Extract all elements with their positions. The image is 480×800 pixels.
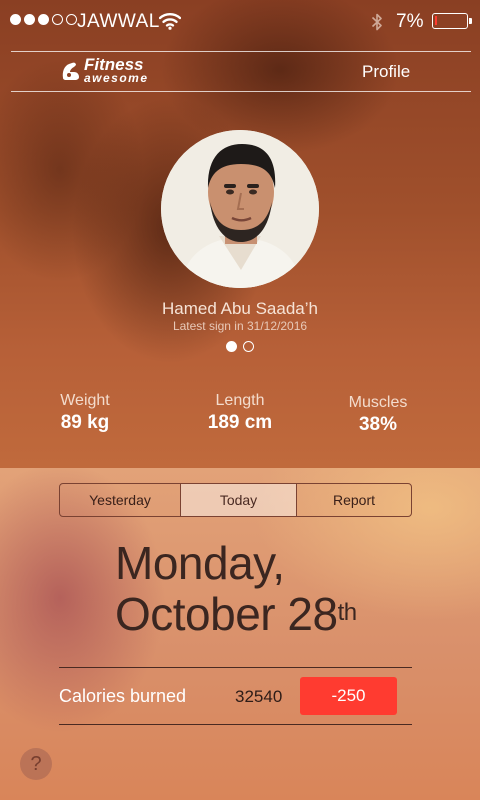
- stat-value: 38%: [358, 414, 398, 435]
- stat-weight: Weight 89 kg: [40, 392, 130, 434]
- carrier-name: JAWWAL: [77, 11, 160, 32]
- stat-muscles: Muscles 38%: [333, 394, 423, 436]
- calories-label: Calories burned: [59, 686, 187, 706]
- tab-today[interactable]: Today: [180, 484, 296, 516]
- calories-delta-badge[interactable]: -250: [300, 677, 397, 715]
- user-avatar[interactable]: [161, 130, 319, 288]
- signal-dot: [38, 14, 49, 25]
- wifi-icon: [158, 12, 182, 36]
- stat-label: Weight: [60, 392, 110, 409]
- nav-top-divider: [11, 51, 471, 52]
- battery-level: [435, 16, 437, 25]
- nav-bottom-divider: [11, 91, 471, 92]
- profile-link[interactable]: Profile: [362, 62, 410, 82]
- battery-percentage: 7%: [396, 11, 424, 32]
- bluetooth-icon: [371, 12, 383, 37]
- page-dot[interactable]: [243, 341, 254, 352]
- calories-value: 32540: [235, 687, 283, 706]
- signal-strength: [10, 14, 77, 25]
- stat-value: 189 cm: [207, 412, 273, 433]
- tab-report[interactable]: Report: [296, 484, 411, 516]
- page-indicator[interactable]: [226, 341, 254, 352]
- latest-sign-in: Latest sign in 31/12/2016: [172, 319, 308, 333]
- day-tabs: Yesterday Today Report: [59, 483, 412, 517]
- stat-length: Length 189 cm: [190, 392, 290, 434]
- signal-dot: [10, 14, 21, 25]
- tab-yesterday[interactable]: Yesterday: [60, 484, 180, 516]
- signal-dot: [66, 14, 77, 25]
- battery-icon: [432, 13, 472, 29]
- signal-dot: [24, 14, 35, 25]
- date-ordinal-suffix: th: [337, 599, 358, 626]
- page-dot-active[interactable]: [226, 341, 237, 352]
- stat-label: Muscles: [348, 394, 408, 411]
- current-date: Monday, October 28th: [115, 538, 357, 640]
- status-bar: JAWWAL 7%: [0, 0, 480, 44]
- date-weekday: Monday,: [115, 537, 285, 589]
- stat-label: Length: [215, 392, 265, 409]
- avatar-portrait: [161, 130, 319, 288]
- date-month-day: October 28: [115, 588, 338, 640]
- help-button[interactable]: ?: [20, 748, 52, 780]
- signal-dot: [52, 14, 63, 25]
- fitness-logo-icon: [60, 58, 82, 82]
- logo-subtitle: awesome: [84, 71, 149, 85]
- app-logo[interactable]: Fitness awesome: [60, 56, 149, 84]
- user-name: Hamed Abu Saada’h: [162, 299, 318, 318]
- calories-top-divider: [59, 667, 412, 668]
- stat-value: 89 kg: [60, 412, 110, 433]
- calories-bottom-divider: [59, 724, 412, 725]
